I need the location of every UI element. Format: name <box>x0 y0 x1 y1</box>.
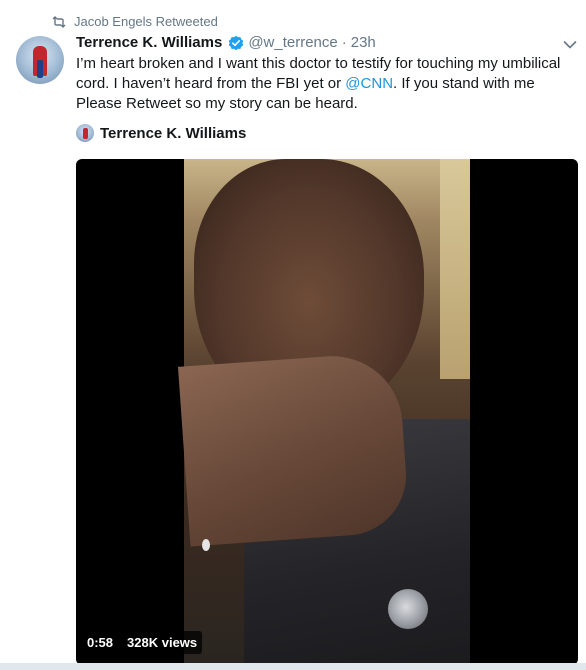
tweet-timestamp[interactable]: 23h <box>351 34 376 51</box>
tweet-text: I’m heart broken and I want this doctor … <box>76 54 582 114</box>
horizontal-scrollbar[interactable] <box>0 663 586 670</box>
video-frame <box>177 159 470 665</box>
time-separator: · <box>341 34 347 51</box>
mention-link[interactable]: @CNN <box>345 75 393 92</box>
video-duration: 0:58 <box>82 631 119 654</box>
video-author-avatar[interactable] <box>76 124 94 142</box>
video-views: 328K views <box>122 631 203 654</box>
author-name[interactable]: Terrence K. Williams <box>76 34 222 51</box>
video-card-author[interactable]: Terrence K. Williams <box>76 124 246 142</box>
tweet-header: Terrence K. Williams @w_terrence · 23h <box>76 34 376 51</box>
author-handle[interactable]: @w_terrence <box>248 34 337 51</box>
tweet[interactable]: Jacob Engels Retweeted Terrence K. Willi… <box>0 0 586 670</box>
video-jacket-button <box>388 589 428 629</box>
chevron-down-icon[interactable] <box>563 40 577 50</box>
retweet-icon <box>52 15 66 28</box>
video-author-name[interactable]: Terrence K. Williams <box>100 125 246 142</box>
video-player[interactable]: 0:58 328K views <box>76 159 578 665</box>
verified-badge-icon <box>229 35 244 50</box>
retweet-label[interactable]: Jacob Engels Retweeted <box>74 14 218 29</box>
retweet-context[interactable]: Jacob Engels Retweeted <box>52 14 218 29</box>
video-stats: 0:58 328K views <box>82 631 203 654</box>
avatar[interactable] <box>16 36 64 84</box>
video-arm <box>177 351 411 547</box>
video-jacket-stud <box>202 539 210 551</box>
video-background-wall <box>440 159 470 379</box>
avatar-figure-legs <box>37 60 43 78</box>
